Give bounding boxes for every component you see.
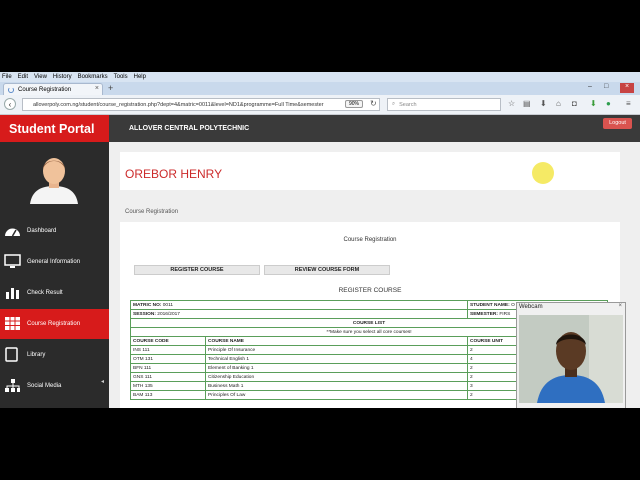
new-tab-icon[interactable]: + (108, 83, 113, 93)
course-code-cell: INS 111 (130, 345, 206, 355)
browser-window: File Edit View History Bookmarks Tools H… (0, 72, 640, 408)
student-name-label: STUDENT NAME: (470, 302, 510, 308)
reading-list-icon[interactable]: ▤ (523, 99, 531, 108)
matric-label: MATRIC NO: (133, 302, 162, 308)
url-text: alloverpoly.com.ng/student/course_regist… (33, 101, 324, 108)
student-name-value: O (511, 302, 515, 308)
sidebar-item-check-result[interactable]: Check Result (0, 278, 109, 308)
tab-title: Course Registration (18, 86, 72, 93)
sidebar-item-general-information[interactable]: General Information (0, 247, 109, 277)
menu-bookmarks[interactable]: Bookmarks (78, 74, 108, 80)
menu-bar: File Edit View History Bookmarks Tools H… (0, 72, 640, 82)
semester-value: FIRS (499, 311, 511, 317)
monitor-icon (4, 254, 21, 268)
webcam-person-image (519, 315, 623, 403)
menu-edit[interactable]: Edit (18, 74, 28, 80)
tab-course-registration[interactable]: Course Registration × (3, 83, 103, 95)
session-value: 2016/2017 (157, 311, 180, 317)
webcam-feed (519, 315, 623, 403)
pocket-icon[interactable]: ◘ (572, 99, 577, 108)
navigation-bar: ‹ alloverpoly.com.ng/student/course_regi… (0, 95, 640, 115)
avatar (30, 158, 78, 204)
bar-chart-icon (6, 288, 19, 299)
sidebar-item-label: Library (27, 352, 46, 358)
extension-download-icon[interactable]: ⬇ (590, 99, 597, 108)
sidebar-item-label: Dashboard (27, 228, 57, 234)
bookmark-star-icon[interactable]: ☆ (508, 99, 515, 108)
tab-bar: Course Registration × + – □ × (0, 82, 640, 95)
course-name-cell: Principles Of Law (205, 390, 468, 400)
sidebar: Dashboard General Information Check Resu… (0, 142, 109, 408)
book-icon (5, 347, 18, 362)
course-name-cell: Principle Of Insurance (205, 345, 468, 355)
matric-cell: MATRIC NO: 0011 (130, 300, 468, 310)
sidebar-item-library[interactable]: Library (0, 340, 109, 370)
share-icon (5, 379, 20, 392)
hamburger-menu-icon[interactable]: ≡ (626, 99, 631, 108)
table-icon (5, 317, 20, 330)
search-placeholder: Search (399, 101, 417, 108)
institution-name: ALLOVER CENTRAL POLYTECHNIC (129, 125, 250, 132)
sidebar-item-social-media[interactable]: Social Media (0, 371, 109, 401)
webcam-close-icon[interactable]: × (618, 303, 622, 309)
menu-history[interactable]: History (53, 74, 72, 80)
review-course-form-button[interactable]: REVIEW COURSE FORM (264, 265, 390, 275)
sidebar-item-dashboard[interactable]: Dashboard (0, 216, 109, 246)
session-label: SESSION: (133, 311, 156, 317)
sidebar-item-course-registration[interactable]: Course Registration (0, 309, 109, 339)
sidebar-item-label: Check Result (27, 290, 63, 296)
logout-button[interactable]: Logout (603, 118, 632, 129)
extension-icon[interactable]: ● (606, 99, 611, 108)
course-code-cell: MTH 135 (130, 381, 206, 391)
column-header-course-code: COURSE CODE (130, 336, 206, 346)
sidebar-item-label: Course Registration (27, 321, 81, 327)
course-name-cell: Citizenship Education (205, 372, 468, 382)
search-input[interactable]: ⌕ Search (387, 98, 501, 111)
register-course-title: REGISTER COURSE (338, 287, 402, 294)
portal-brand[interactable]: Student Portal (0, 115, 109, 142)
address-bar[interactable]: alloverpoly.com.ng/student/course_regist… (22, 98, 380, 111)
semester-label: SEMESTER: (470, 311, 498, 317)
webcam-title: Webcam (519, 304, 543, 310)
menu-help[interactable]: Help (134, 74, 146, 80)
tab-close-icon[interactable]: × (95, 85, 99, 92)
loading-spinner-icon (8, 86, 14, 93)
course-name-cell: Business Math 1 (205, 381, 468, 391)
dashboard-icon (5, 228, 20, 237)
register-course-button[interactable]: REGISTER COURSE (134, 265, 260, 275)
chevron-left-icon[interactable]: ◂ (101, 378, 104, 385)
menu-file[interactable]: File (2, 74, 12, 80)
app-header: Student Portal ALLOVER CENTRAL POLYTECHN… (0, 115, 640, 142)
student-name: OREBOR HENRY (125, 167, 223, 181)
matric-value: 0011 (162, 302, 174, 308)
breadcrumb: Course Registration (125, 209, 179, 215)
course-code-cell: OTM 131 (130, 354, 206, 364)
search-icon: ⌕ (392, 101, 396, 107)
course-code-cell: BAM 113 (130, 390, 206, 400)
course-name-cell: Technical English 1 (205, 354, 468, 364)
course-code-cell: BFN 111 (130, 363, 206, 373)
course-code-cell: GNS 111 (130, 372, 206, 382)
webcam-window[interactable]: Webcam × (516, 302, 626, 408)
menu-tools[interactable]: Tools (114, 74, 128, 80)
section-title: Course Registration (343, 237, 397, 243)
download-icon[interactable]: ⬇ (540, 99, 547, 108)
course-name-cell: Element of Banking 1 (205, 363, 468, 373)
zoom-indicator[interactable]: 90% (345, 100, 363, 108)
window-minimize-icon[interactable]: – (588, 83, 592, 90)
home-icon[interactable]: ⌂ (556, 99, 561, 108)
window-close-icon[interactable]: × (620, 83, 634, 93)
sidebar-item-label: General Information (27, 259, 81, 265)
cursor-highlight (532, 162, 554, 184)
menu-view[interactable]: View (34, 74, 47, 80)
window-maximize-icon[interactable]: □ (604, 83, 608, 90)
back-button-icon[interactable]: ‹ (4, 98, 16, 110)
reload-icon[interactable]: ↻ (370, 99, 377, 108)
column-header-course-name: COURSE NAME (205, 336, 468, 346)
sidebar-item-label: Social Media (27, 383, 62, 389)
session-cell: SESSION: 2016/2017 (130, 309, 468, 319)
